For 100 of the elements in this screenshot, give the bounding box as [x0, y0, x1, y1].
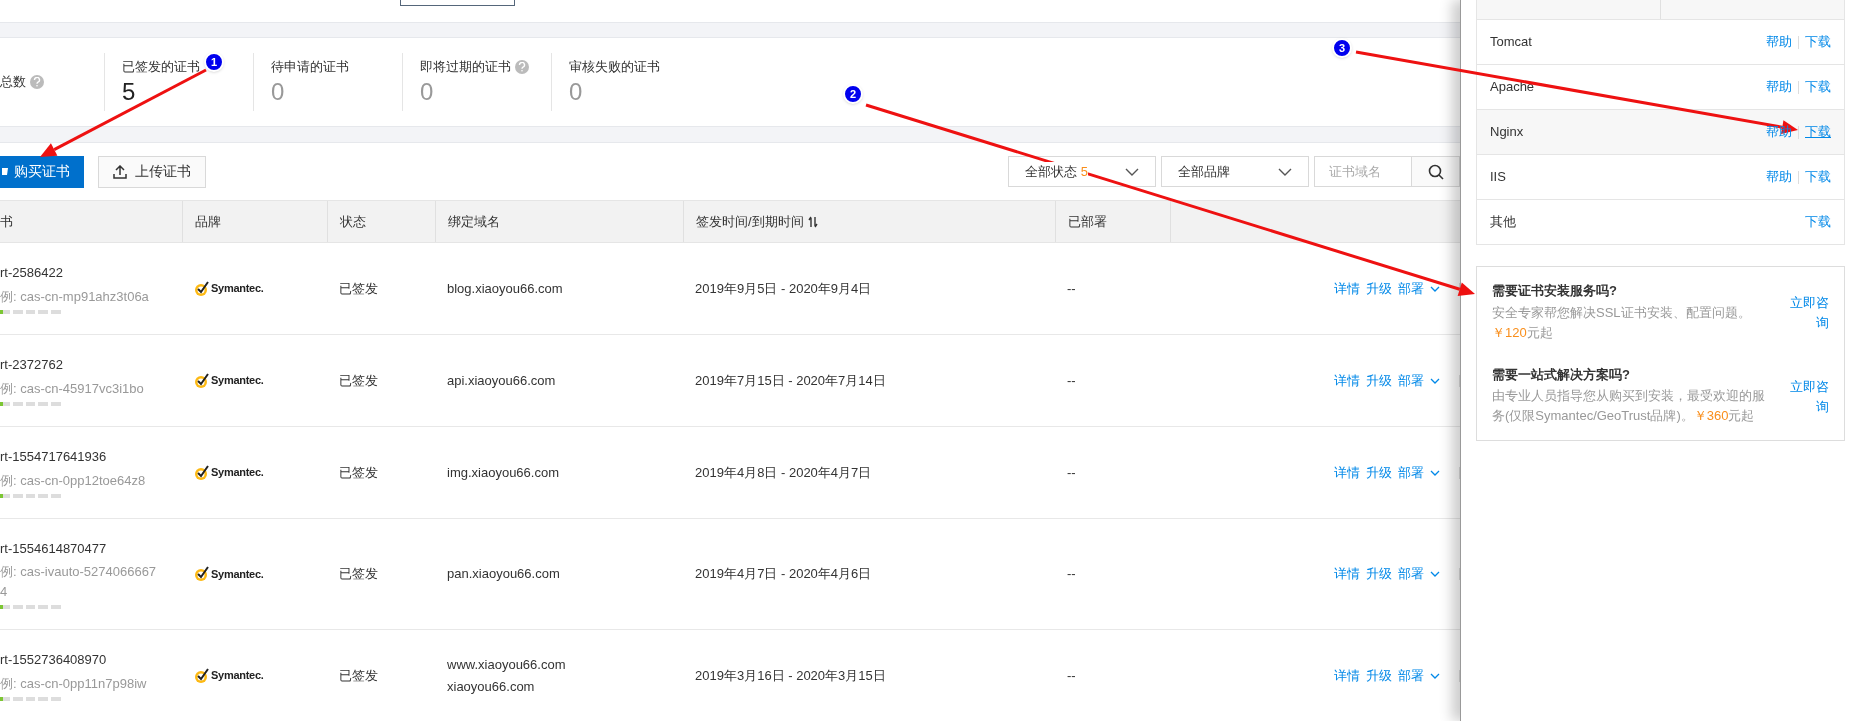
status-text: 已签发 — [339, 371, 378, 390]
chevron-down-icon[interactable] — [1430, 285, 1440, 292]
service-description: 安全专家帮您解决SSL证书安装、配置问题。 ￥120元起 — [1492, 303, 1752, 342]
top-button[interactable] — [400, 0, 515, 6]
period-text: 2019年7月15日 - 2020年7月14日 — [695, 371, 886, 390]
column-header: 绑定域名 — [448, 212, 500, 231]
domain-text: pan.xiaoyou66.com — [447, 565, 561, 584]
stat-label: 即将过期的证书 — [420, 58, 511, 77]
brand-logo-text: Symantec. — [211, 566, 264, 582]
period-text: 2019年3月16日 - 2020年3月15日 — [695, 666, 886, 685]
help-icon[interactable] — [30, 75, 44, 89]
action-link[interactable]: 部署 — [1398, 370, 1424, 391]
period-text: 2019年4月8日 - 2020年4月7日 — [695, 463, 872, 482]
action-link[interactable]: 部署 — [1398, 278, 1424, 299]
status-select[interactable]: 全部状态 5 — [1008, 156, 1156, 187]
help-link[interactable]: 帮助 — [1766, 167, 1792, 187]
instance-id: 例: cas-ivauto-52740666674 — [0, 563, 158, 601]
buy-certificate-button[interactable]: 购买证书 — [0, 155, 84, 188]
chevron-down-icon[interactable] — [1430, 571, 1440, 577]
action-link[interactable]: 升级 — [1366, 665, 1392, 686]
server-name: Nginx — [1490, 123, 1524, 142]
stat-label: 已签发的证书 — [122, 58, 200, 77]
deployed-text: -- — [1067, 666, 1076, 685]
download-link[interactable]: 下载 — [1805, 32, 1831, 52]
checkmark-logo-icon — [194, 566, 210, 582]
download-link[interactable]: 下载 — [1805, 167, 1831, 187]
stat-value: 5 — [122, 76, 137, 107]
consult-link[interactable]: 立即咨询 — [1785, 376, 1829, 417]
certificate-name[interactable]: rt-1554717641936 — [0, 447, 182, 467]
chevron-down-icon[interactable] — [1430, 672, 1440, 679]
annotation-number: 1 — [204, 52, 224, 72]
stat-value: 0 — [569, 76, 584, 107]
domain-text: blog.xiaoyou66.com — [447, 279, 564, 298]
checkmark-logo-icon — [194, 464, 210, 481]
deployed-text: -- — [1067, 463, 1076, 482]
server-name: Tomcat — [1490, 33, 1532, 52]
deployed-text: -- — [1067, 565, 1076, 584]
status-text: 已签发 — [339, 279, 378, 298]
brand-select[interactable]: 全部品牌 — [1161, 156, 1309, 187]
action-link[interactable]: 部署 — [1398, 462, 1424, 483]
annotation-number: 3 — [1332, 38, 1352, 58]
domain-search-field[interactable]: 证书域名 — [1314, 156, 1412, 187]
certificate-name[interactable]: rt-1552736408970 — [0, 650, 182, 670]
help-icon[interactable] — [515, 60, 529, 74]
instance-id: 例: cas-cn-0pp12toe64z8 — [0, 471, 147, 490]
action-link[interactable]: 部署 — [1398, 564, 1424, 584]
period-text: 2019年4月7日 - 2020年4月6日 — [695, 565, 872, 584]
search-button[interactable] — [1412, 156, 1460, 187]
server-name: 其他 — [1490, 213, 1516, 232]
stat-label: 总数 — [0, 73, 26, 92]
download-link[interactable]: 下载 — [1805, 122, 1831, 142]
action-link[interactable]: 升级 — [1366, 370, 1392, 391]
certificate-name[interactable]: rt-2586422 — [0, 263, 182, 283]
domain-text: img.xiaoyou66.com — [447, 463, 560, 482]
action-link[interactable]: 部署 — [1398, 665, 1424, 686]
annotation-number: 2 — [843, 84, 863, 104]
column-header: 签发时间/到期时间 — [696, 212, 804, 231]
deployed-text: -- — [1067, 279, 1076, 298]
column-header: 品牌 — [195, 212, 221, 231]
status-text: 已签发 — [339, 666, 378, 685]
certificate-name[interactable]: rt-2372762 — [0, 355, 182, 375]
search-icon — [1427, 163, 1444, 180]
domain-text: xiaoyou66.com — [447, 677, 536, 696]
domain-text: www.xiaoyou66.com — [447, 656, 567, 674]
help-link[interactable]: 帮助 — [1766, 32, 1792, 52]
status-text: 已签发 — [339, 463, 378, 482]
period-text: 2019年9月5日 - 2020年9月4日 — [695, 279, 872, 298]
sort-icon[interactable] — [807, 215, 818, 228]
action-link[interactable]: 详情 — [1334, 462, 1360, 483]
help-link[interactable]: 帮助 — [1766, 77, 1792, 97]
deployed-text: -- — [1067, 371, 1076, 390]
consult-link[interactable]: 立即咨询 — [1785, 293, 1829, 333]
action-link[interactable]: 详情 — [1334, 564, 1360, 584]
stat-value: 0 — [271, 76, 286, 107]
action-link[interactable]: 升级 — [1366, 278, 1392, 299]
checkmark-logo-icon — [194, 372, 210, 389]
column-header: 书 — [0, 212, 13, 231]
stat-label: 审核失败的证书 — [569, 58, 660, 77]
download-link[interactable]: 下载 — [1805, 77, 1831, 97]
action-link[interactable]: 升级 — [1366, 462, 1392, 483]
instance-id: 例: cas-cn-mp91ahz3t06a — [0, 287, 150, 306]
action-link[interactable]: 详情 — [1334, 278, 1360, 299]
download-link[interactable]: 下载 — [1805, 212, 1831, 232]
action-link[interactable]: 升级 — [1366, 564, 1392, 584]
column-header: 状态 — [340, 212, 366, 231]
brand-logo-text: Symantec. — [211, 281, 264, 297]
service-title: 需要一站式解决方案吗? — [1492, 365, 1631, 384]
brand-logo-text: Symantec. — [211, 465, 264, 481]
certificate-name[interactable]: rt-1554614870477 — [0, 538, 182, 559]
upload-certificate-button[interactable]: 上传证书 — [98, 155, 206, 188]
brand-logo-text: Symantec. — [211, 668, 264, 684]
action-link[interactable]: 详情 — [1334, 370, 1360, 391]
instance-id: 例: cas-cn-0pp11n7p98iw — [0, 674, 148, 693]
chevron-down-icon[interactable] — [1430, 469, 1440, 476]
server-name: IIS — [1490, 168, 1506, 187]
checkmark-logo-icon — [194, 280, 210, 297]
service-title: 需要证书安装服务吗? — [1492, 282, 1618, 300]
action-link[interactable]: 详情 — [1334, 665, 1360, 686]
chevron-down-icon[interactable] — [1430, 377, 1440, 384]
upload-icon — [113, 164, 127, 179]
